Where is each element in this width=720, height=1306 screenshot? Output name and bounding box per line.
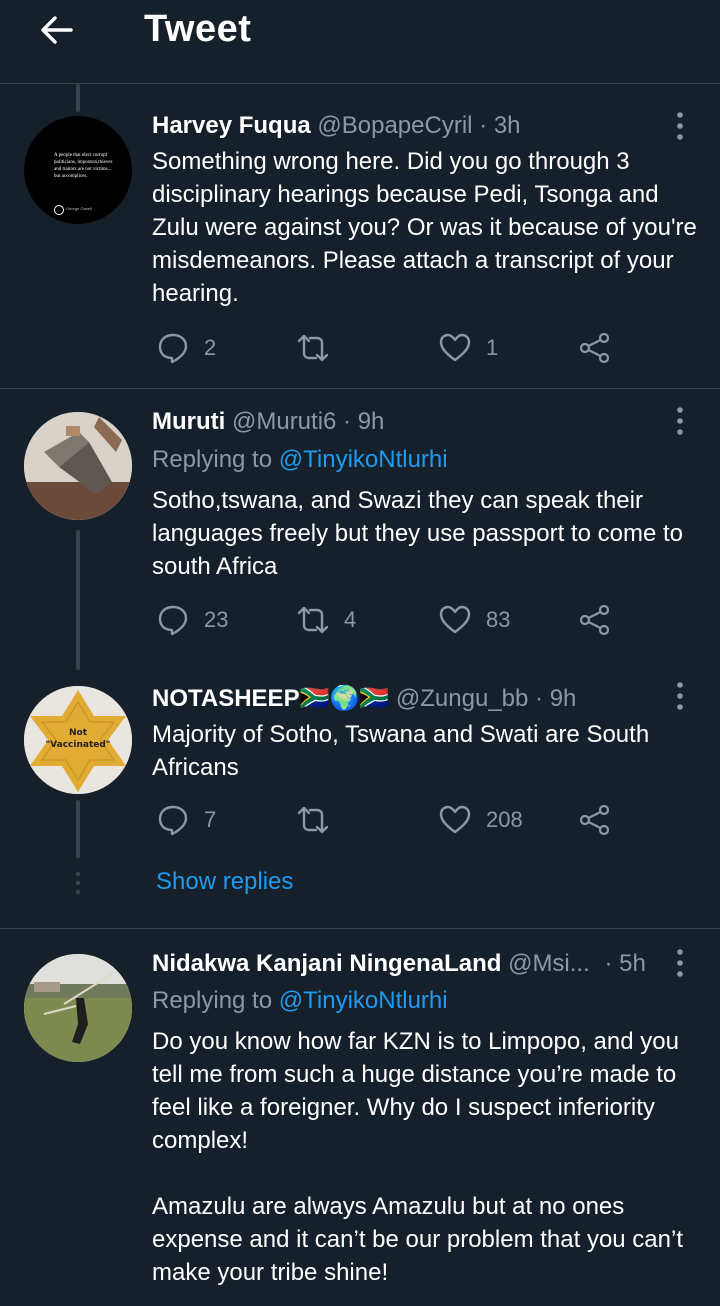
user-handle[interactable]: @Msi... bbox=[508, 950, 590, 977]
retweet-icon bbox=[297, 806, 329, 834]
retweet-icon bbox=[297, 606, 329, 634]
more-options-icon[interactable] bbox=[664, 405, 696, 437]
reply-count: 2 bbox=[204, 335, 217, 360]
user-handle[interactable]: @BopapeCyril bbox=[317, 112, 472, 139]
user-handle[interactable]: @Zungu_bb bbox=[396, 685, 528, 712]
retweet-count: 4 bbox=[344, 607, 357, 632]
share-icon bbox=[579, 332, 610, 364]
replying-to-link[interactable]: @TinyikoNtlurhi bbox=[279, 446, 448, 473]
avatar-caption: George Orwell bbox=[66, 206, 92, 211]
display-name[interactable]: Harvey Fuqua bbox=[152, 112, 311, 139]
like-count: 208 bbox=[486, 807, 523, 832]
tweet-text: Majority of Sotho, Tswana and Swati are … bbox=[152, 721, 650, 781]
share-icon bbox=[579, 604, 610, 636]
replying-to: Replying to @TinyikoNtlurhi bbox=[152, 987, 448, 1015]
arrow-left-icon[interactable] bbox=[38, 12, 74, 48]
retweet-button[interactable] bbox=[296, 330, 344, 366]
retweet-button[interactable]: 4 bbox=[296, 602, 356, 638]
more-options-icon[interactable] bbox=[664, 947, 696, 979]
tweet-header: Nidakwa Kanjani NingenaLand @Msi... · 5h bbox=[152, 950, 646, 978]
show-replies-link[interactable]: Show replies bbox=[156, 868, 293, 896]
divider bbox=[0, 928, 720, 929]
share-button[interactable] bbox=[578, 802, 612, 838]
avatar[interactable]: A people that elect corrupt politicians,… bbox=[24, 116, 132, 224]
tweet-text-paragraph-2: Amazulu are always Amazulu but at no one… bbox=[152, 1193, 683, 1286]
replying-to-label: Replying to bbox=[152, 446, 279, 473]
reply-icon bbox=[158, 805, 188, 836]
top-app-bar: Tweet bbox=[0, 0, 720, 84]
reply-button[interactable]: 7 bbox=[156, 802, 216, 838]
heart-icon bbox=[439, 333, 471, 362]
heart-icon bbox=[439, 805, 471, 834]
like-count: 1 bbox=[486, 335, 499, 360]
more-options-icon[interactable] bbox=[664, 110, 696, 142]
tweet-text-paragraph-1: Do you know how far KZN is to Limpopo, a… bbox=[152, 1028, 679, 1154]
like-button[interactable]: 208 bbox=[438, 802, 523, 838]
tweet-text: Sotho,tswana, and Swazi they can speak t… bbox=[152, 487, 683, 580]
avatar-quote-text: A people that elect corrupt politicians,… bbox=[54, 153, 113, 179]
user-handle[interactable]: @Muruti6 bbox=[232, 408, 336, 435]
replying-to-link[interactable]: @TinyikoNtlurhi bbox=[279, 987, 448, 1014]
like-count: 83 bbox=[486, 607, 511, 632]
tweet-text: Something wrong here. Did you go through… bbox=[152, 148, 697, 307]
retweet-icon bbox=[297, 334, 329, 362]
reply-button[interactable]: 23 bbox=[156, 602, 228, 638]
thread-ellipsis-icon bbox=[75, 871, 81, 895]
retweet-button[interactable] bbox=[296, 802, 344, 838]
divider bbox=[0, 388, 720, 389]
like-button[interactable]: 1 bbox=[438, 330, 498, 366]
display-name[interactable]: NOTASHEEP🇿🇦🌍🇿🇦 bbox=[152, 685, 389, 712]
share-button[interactable] bbox=[578, 602, 612, 638]
display-name[interactable]: Nidakwa Kanjani NingenaLand bbox=[152, 950, 501, 977]
avatar-photo-field bbox=[24, 954, 132, 1062]
avatar[interactable] bbox=[24, 412, 132, 520]
avatar-photo-legs bbox=[24, 412, 132, 520]
avatar-text-line1: Not bbox=[68, 728, 88, 738]
replying-to: Replying to @TinyikoNtlurhi bbox=[152, 446, 448, 474]
heart-icon bbox=[439, 605, 471, 634]
thread-connector bbox=[76, 800, 80, 858]
more-options-icon[interactable] bbox=[664, 680, 696, 712]
page-title: Tweet bbox=[144, 8, 252, 50]
reply-icon bbox=[158, 605, 188, 636]
timestamp[interactable]: · 3h bbox=[479, 112, 520, 139]
replying-to-label: Replying to bbox=[152, 987, 279, 1014]
reply-count: 23 bbox=[204, 607, 229, 632]
tweet-header: Muruti @Muruti6 · 9h bbox=[152, 408, 384, 436]
avatar[interactable] bbox=[24, 954, 132, 1062]
timestamp[interactable]: · 9h bbox=[535, 685, 576, 712]
avatar-text-line2: "Vaccinated" bbox=[45, 740, 111, 750]
like-button[interactable]: 83 bbox=[438, 602, 510, 638]
timestamp[interactable]: · 5h bbox=[604, 950, 645, 977]
share-button[interactable] bbox=[578, 330, 612, 366]
share-icon bbox=[579, 804, 610, 836]
reply-count: 7 bbox=[204, 807, 217, 832]
reply-button[interactable]: 2 bbox=[156, 330, 216, 366]
tweet-header: NOTASHEEP🇿🇦🌍🇿🇦 @Zungu_bb · 9h bbox=[152, 684, 576, 713]
avatar[interactable]: Not "Vaccinated" bbox=[24, 686, 132, 794]
thread-connector bbox=[76, 84, 80, 112]
tweet-header: Harvey Fuqua @BopapeCyril · 3h bbox=[152, 112, 521, 140]
display-name[interactable]: Muruti bbox=[152, 408, 225, 435]
avatar-badge bbox=[54, 205, 64, 215]
timestamp[interactable]: · 9h bbox=[343, 408, 384, 435]
reply-icon bbox=[158, 333, 188, 364]
thread-connector bbox=[76, 530, 80, 670]
